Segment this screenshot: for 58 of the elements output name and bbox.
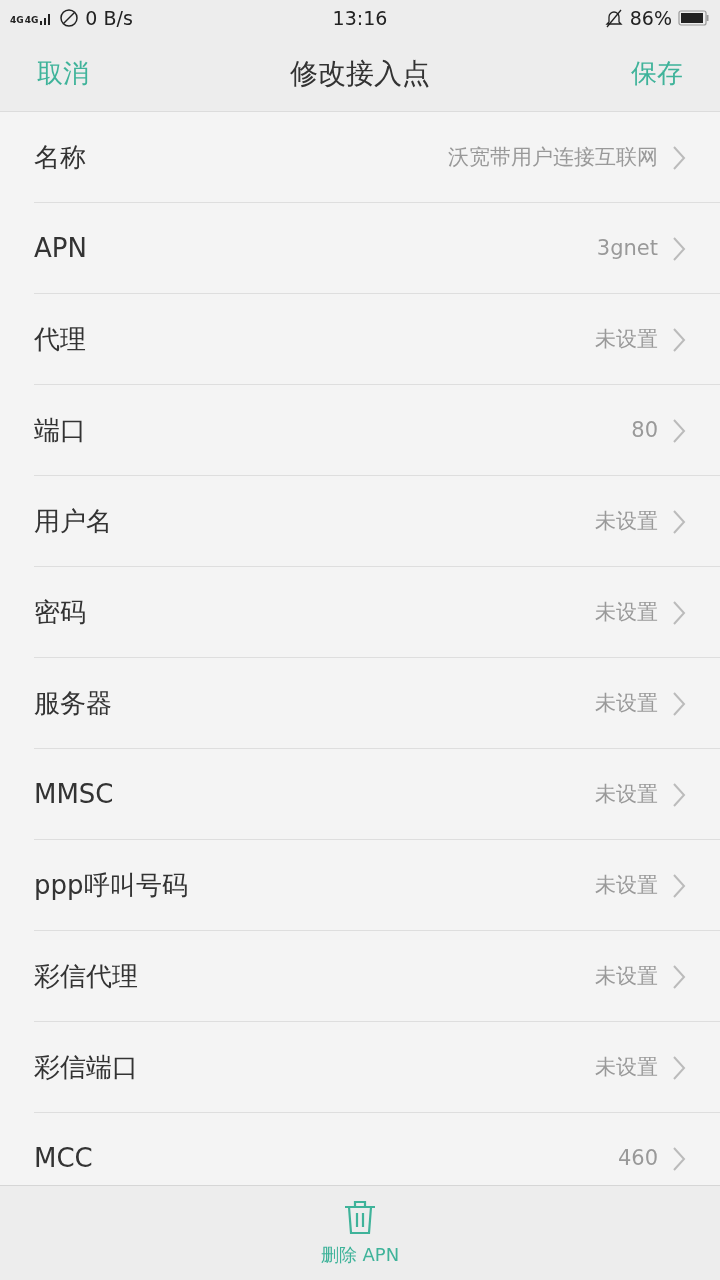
clock: 13:16 <box>332 5 388 31</box>
row-label: 端口 <box>34 414 87 447</box>
chevron-icon <box>672 508 686 535</box>
row-label: 用户名 <box>34 505 113 538</box>
row-label: 彩信端口 <box>34 1051 139 1084</box>
settings-row[interactable]: 密码 未设置 <box>0 567 720 658</box>
row-label: 名称 <box>34 141 87 174</box>
settings-row[interactable]: MCC 460 <box>0 1113 720 1185</box>
settings-row[interactable]: 用户名 未设置 <box>0 476 720 567</box>
chevron-icon <box>672 690 686 717</box>
chevron-icon <box>672 781 686 808</box>
settings-row[interactable]: 彩信代理 未设置 <box>0 931 720 1022</box>
row-value: 460 <box>617 1144 658 1172</box>
row-value: 未设置 <box>595 325 658 353</box>
row-value: 未设置 <box>595 871 658 899</box>
row-label: 代理 <box>34 323 87 356</box>
settings-row[interactable]: 名称 沃宽带用户连接互联网 <box>0 112 720 203</box>
row-value: 未设置 <box>595 780 658 808</box>
settings-row[interactable]: 端口 80 <box>0 385 720 476</box>
row-label: ppp呼叫号码 <box>34 869 189 902</box>
chevron-icon <box>672 1145 686 1172</box>
no-sign-icon <box>59 8 80 28</box>
settings-row[interactable]: APN 3gnet <box>0 203 720 294</box>
settings-row[interactable]: 彩信端口 未设置 <box>0 1022 720 1113</box>
battery-icon <box>678 9 710 27</box>
settings-row[interactable]: ppp呼叫号码 未设置 <box>0 840 720 931</box>
row-label: 密码 <box>34 596 87 629</box>
chevron-icon <box>672 417 686 444</box>
row-value: 未设置 <box>595 962 658 990</box>
chevron-icon <box>672 963 686 990</box>
row-value: 80 <box>631 416 658 444</box>
data-speed: 0 B/s <box>85 5 133 31</box>
settings-row[interactable]: 代理 未设置 <box>0 294 720 385</box>
settings-row[interactable]: MMSC 未设置 <box>0 749 720 840</box>
row-label: MMSC <box>34 778 115 811</box>
chevron-icon <box>672 1054 686 1081</box>
row-value: 3gnet <box>596 234 658 262</box>
chevron-icon <box>672 235 686 262</box>
network-type: 4G <box>24 16 39 25</box>
row-label: APN <box>34 232 88 265</box>
row-value: 未设置 <box>595 507 658 535</box>
row-value: 未设置 <box>595 1053 658 1081</box>
row-value: 未设置 <box>595 598 658 626</box>
battery-percent: 86% <box>629 5 672 31</box>
row-label: MCC <box>34 1142 94 1175</box>
page-title: 修改接入点 <box>290 55 430 92</box>
row-label: 彩信代理 <box>34 960 139 993</box>
chevron-icon <box>672 872 686 899</box>
row-value: 未设置 <box>595 689 658 717</box>
row-value: 沃宽带用户连接互联网 <box>448 143 658 171</box>
bell-off-icon <box>603 8 624 28</box>
row-label: 服务器 <box>34 687 113 720</box>
chevron-icon <box>672 326 686 353</box>
network-type: 4G <box>10 16 24 25</box>
trash-icon <box>342 1198 378 1235</box>
chevron-icon <box>672 599 686 626</box>
chevron-icon <box>672 144 686 171</box>
settings-row[interactable]: 服务器 未设置 <box>0 658 720 749</box>
